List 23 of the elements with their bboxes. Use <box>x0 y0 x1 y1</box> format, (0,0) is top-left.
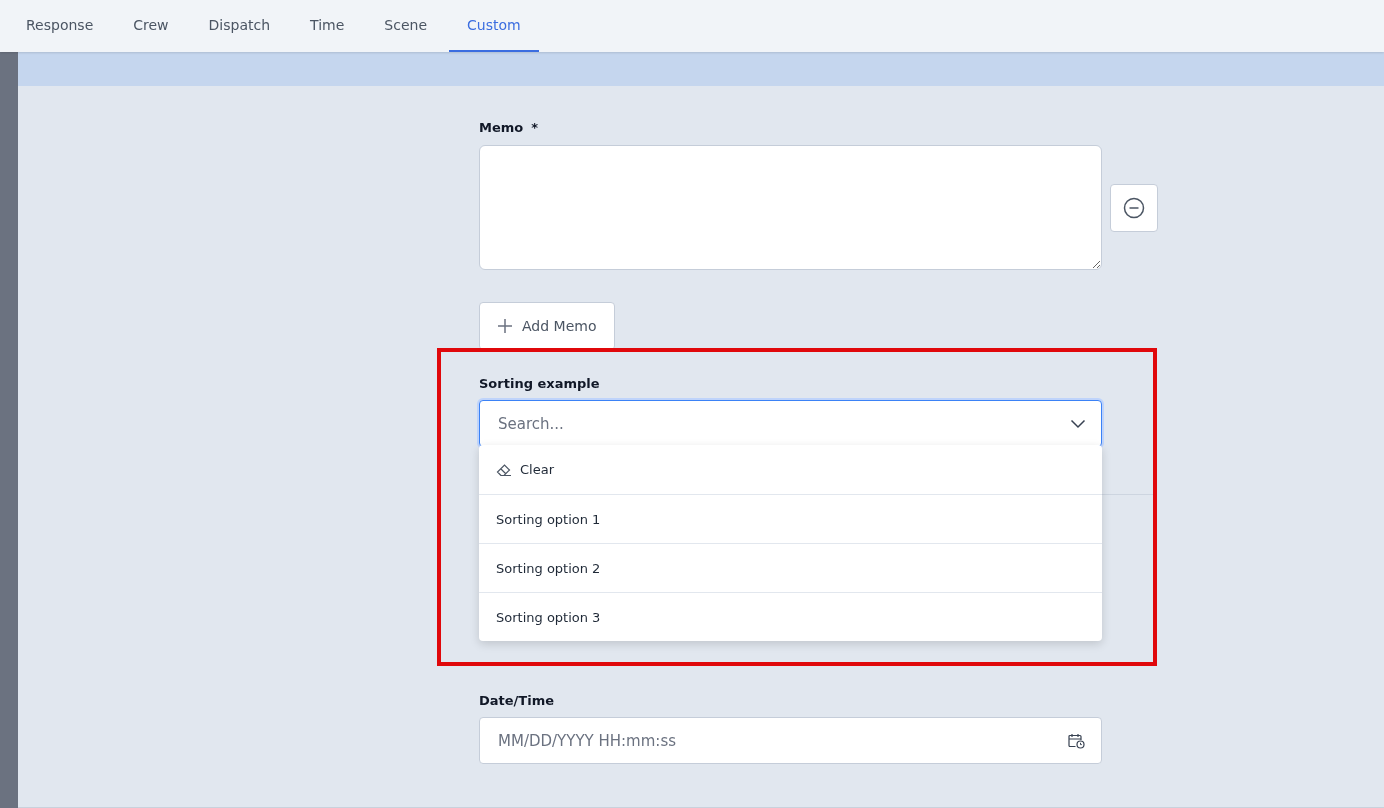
add-memo-button[interactable]: Add Memo <box>479 302 616 350</box>
remove-button[interactable] <box>1110 183 1158 232</box>
memo-field[interactable] <box>479 145 1102 270</box>
dropdown-option[interactable]: Sorting option 3 <box>479 592 1102 641</box>
required-mark: * <box>531 120 539 135</box>
dropdown-option[interactable]: Sorting option 2 <box>479 543 1102 592</box>
dropdown-option[interactable]: Clear <box>479 445 1102 494</box>
field-label: Date/Time <box>479 693 555 708</box>
tab[interactable]: Scene <box>366 0 445 52</box>
tab[interactable]: Crew <box>115 0 187 52</box>
date-time-field[interactable]: MM/DD/YYYY HH:mm:ss <box>479 717 1102 764</box>
eraser-icon <box>496 462 512 477</box>
tab[interactable]: Dispatch <box>190 0 289 52</box>
calendar-clock-icon <box>1068 732 1086 749</box>
plus-icon <box>498 319 512 333</box>
dropdown-option[interactable]: Sorting option 1 <box>479 494 1102 543</box>
minus-circle-icon <box>1123 196 1145 219</box>
field-label: Memo <box>479 120 524 135</box>
field-label: Sorting example <box>479 376 601 391</box>
tab[interactable]: Time <box>292 0 363 52</box>
chevron-down-icon[interactable] <box>1070 418 1086 429</box>
tab[interactable]: Response <box>8 0 112 52</box>
search-select[interactable]: Search... <box>479 400 1102 447</box>
